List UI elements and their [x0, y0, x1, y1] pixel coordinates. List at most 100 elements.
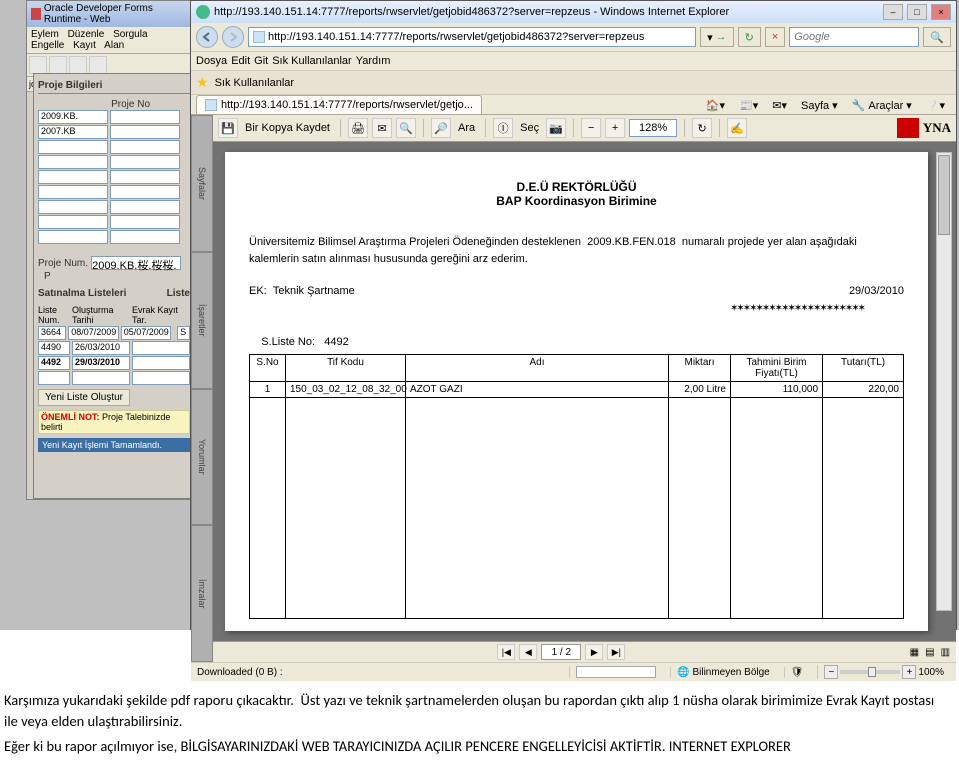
- ie-titlebar[interactable]: http://193.140.151.14:7777/reports/rwser…: [191, 1, 956, 23]
- proje-no-2b[interactable]: [110, 125, 180, 139]
- ie-nav-row: http://193.140.151.14:7777/reports/rwser…: [191, 23, 956, 52]
- view-mode-3[interactable]: ▥: [941, 647, 950, 658]
- search-button[interactable]: 🔍: [923, 27, 951, 47]
- next-page-button[interactable]: ▶: [585, 644, 603, 660]
- side-tab-comments[interactable]: Yorumlar: [191, 389, 213, 526]
- oracle-menubar[interactable]: Eylem Düzenle Sorgula Engelle Kayıt Alan: [27, 27, 195, 54]
- back-button[interactable]: [196, 26, 218, 48]
- tb-icon[interactable]: [29, 56, 47, 74]
- maximize-button[interactable]: □: [907, 4, 927, 20]
- proje-no-2[interactable]: 2007.KB: [38, 125, 108, 139]
- search-icon[interactable]: 🔍: [396, 118, 416, 138]
- zoom-in-icon[interactable]: +: [605, 118, 625, 138]
- th-adi: Adı: [406, 355, 669, 382]
- save-copy-label[interactable]: Bir Kopya Kaydet: [242, 122, 333, 134]
- zoom-field[interactable]: [629, 119, 677, 137]
- forward-button[interactable]: [222, 26, 244, 48]
- yeni-liste-button[interactable]: Yeni Liste Oluştur: [38, 389, 130, 406]
- feed-button[interactable]: 📰▾: [733, 97, 764, 114]
- first-page-button[interactable]: |◀: [497, 644, 515, 660]
- doc-date: 29/03/2010: [849, 285, 904, 297]
- menu-sik[interactable]: Sık Kullanılanlar: [272, 55, 352, 67]
- list-num[interactable]: 4490: [38, 341, 70, 355]
- view-mode-1[interactable]: ▦: [910, 647, 919, 658]
- side-tab-signatures[interactable]: İmzalar: [191, 525, 213, 662]
- menu-kayit[interactable]: Kayıt: [73, 40, 96, 51]
- tab-active[interactable]: http://193.140.151.14:7777/reports/rwser…: [196, 95, 482, 114]
- zoom-out-button[interactable]: −: [824, 665, 838, 679]
- save-copy-icon[interactable]: 💾: [218, 118, 238, 138]
- select-label[interactable]: Seç: [517, 122, 542, 134]
- help-button[interactable]: ❔▾: [920, 97, 951, 114]
- select-icon[interactable]: Ⓘ: [493, 118, 513, 138]
- menu-alan[interactable]: Alan: [104, 40, 124, 51]
- list-evrak[interactable]: [132, 356, 190, 370]
- minimize-button[interactable]: –: [883, 4, 903, 20]
- sign-icon[interactable]: ✍: [727, 118, 747, 138]
- oracle-forms-window: Oracle Developer Forms Runtime - Web Eyl…: [26, 0, 196, 500]
- tb-icon[interactable]: [69, 56, 87, 74]
- tb-icon[interactable]: [49, 56, 67, 74]
- list-s[interactable]: S: [177, 326, 190, 340]
- oracle-icon: [31, 8, 41, 20]
- search-box[interactable]: [789, 27, 919, 47]
- page-field[interactable]: [541, 644, 581, 660]
- home-button[interactable]: 🏠▾: [700, 97, 731, 114]
- ek-row: EK: Teknik Şartname 29/03/2010: [249, 285, 904, 297]
- list-tarih[interactable]: 29/03/2010: [72, 356, 130, 370]
- zoom-thumb[interactable]: [868, 667, 876, 677]
- list-tarih[interactable]: 26/03/2010: [72, 341, 130, 355]
- menu-eylem[interactable]: Eylem: [31, 29, 59, 40]
- side-tab-bookmarks[interactable]: İşaretler: [191, 252, 213, 389]
- go-button[interactable]: ▾ →: [700, 27, 734, 47]
- zoom-in-button[interactable]: +: [902, 665, 916, 679]
- scroll-thumb[interactable]: [938, 155, 950, 235]
- proje-no-1[interactable]: 2009.KB.: [38, 110, 108, 124]
- mail-button[interactable]: ✉▾: [766, 97, 793, 114]
- col-tarih: Oluşturma Tarihi: [72, 305, 130, 325]
- zoom-out-icon[interactable]: −: [581, 118, 601, 138]
- view-mode-2[interactable]: ▤: [925, 647, 934, 658]
- list-num[interactable]: 4492: [38, 356, 70, 370]
- prev-page-button[interactable]: ◀: [519, 644, 537, 660]
- stop-button[interactable]: ×: [765, 27, 785, 47]
- rotate-icon[interactable]: ↻: [692, 118, 712, 138]
- menu-engelle[interactable]: Engelle: [31, 40, 64, 51]
- ie-menubar[interactable]: Dosya Edit Git Sık Kullanılanlar Yardım: [191, 52, 956, 71]
- last-page-button[interactable]: ▶|: [607, 644, 625, 660]
- oracle-titlebar[interactable]: Oracle Developer Forms Runtime - Web: [27, 1, 195, 27]
- zoom-percent: 100%: [918, 667, 944, 678]
- close-button[interactable]: ×: [931, 4, 951, 20]
- page-menu[interactable]: Sayfa ▾: [795, 97, 844, 114]
- tb-icon[interactable]: [89, 56, 107, 74]
- star-icon[interactable]: ★: [196, 74, 209, 91]
- menu-sorgula[interactable]: Sorgula: [113, 29, 147, 40]
- find-icon[interactable]: 🔎: [431, 118, 451, 138]
- proje-no-1b[interactable]: [110, 110, 180, 124]
- snapshot-icon[interactable]: 📷: [546, 118, 566, 138]
- pdf-canvas[interactable]: D.E.Ü REKTÖRLÜĞÜ BAP Koordinasyon Birimi…: [213, 142, 956, 641]
- proje-num-field[interactable]: 2009.KB.桜.桜桜.: [91, 256, 181, 270]
- print-icon[interactable]: 🖨: [348, 118, 368, 138]
- side-tab-pages[interactable]: Sayfalar: [191, 115, 213, 252]
- menu-duzenle[interactable]: Düzenle: [68, 29, 105, 40]
- zoom-control[interactable]: − + 100%: [817, 665, 950, 679]
- find-label[interactable]: Ara: [455, 122, 478, 134]
- menu-dosya[interactable]: Dosya: [196, 55, 227, 67]
- satinalma-header: Satınalma Listeleri: [38, 286, 126, 301]
- menu-git[interactable]: Git: [254, 55, 268, 67]
- address-bar[interactable]: http://193.140.151.14:7777/reports/rwser…: [248, 27, 696, 47]
- onemli-not: ÖNEMLİ NOT: Proje Talebinizde belirti: [38, 410, 190, 434]
- list-evrak[interactable]: [132, 341, 190, 355]
- list-evrak[interactable]: 05/07/2009: [121, 326, 171, 340]
- menu-yardim[interactable]: Yardım: [356, 55, 391, 67]
- menu-edit[interactable]: Edit: [231, 55, 250, 67]
- pdf-scrollbar[interactable]: [936, 152, 952, 611]
- fav-button[interactable]: Sık Kullanılanlar: [215, 77, 295, 89]
- mail-icon[interactable]: ✉: [372, 118, 392, 138]
- refresh-button[interactable]: ↻: [738, 27, 761, 47]
- tools-menu[interactable]: 🔧 Araçlar ▾: [846, 97, 918, 114]
- list-tarih[interactable]: 08/07/2009: [68, 326, 118, 340]
- col-evrak: Evrak Kayıt Tar.: [132, 305, 190, 325]
- list-num[interactable]: 3664: [38, 326, 66, 340]
